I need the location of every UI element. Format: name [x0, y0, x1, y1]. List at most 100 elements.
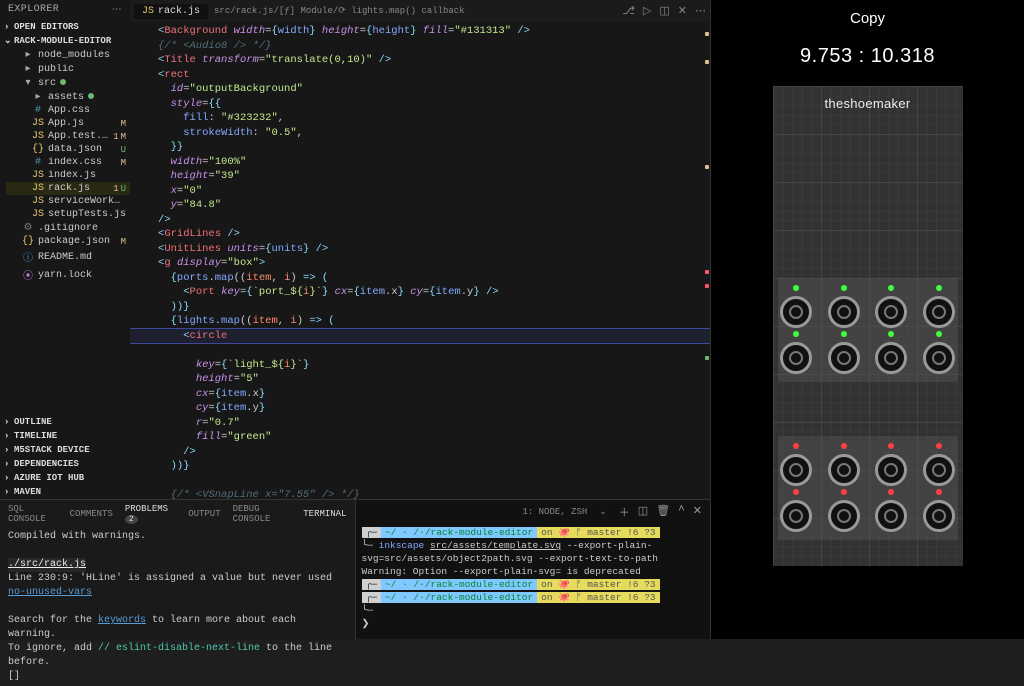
git-badge: 1 [113, 184, 118, 194]
timeline-section[interactable]: ›TIMELINE [0, 429, 130, 443]
jack[interactable] [923, 296, 955, 328]
editor-tabbar: JS rack.js src/rack.js/[ƒ] Module/⟳ ligh… [130, 0, 710, 22]
tab-problems[interactable]: PROBLEMS 2 [125, 504, 176, 524]
bottom-panels: SQL CONSOLE COMMENTS PROBLEMS 2 OUTPUT D… [0, 499, 710, 639]
preview-coords: 9.753 : 10.318 [800, 45, 935, 68]
folder-icon: ▾ [22, 77, 34, 89]
maximize-icon[interactable]: ˄ [678, 504, 685, 520]
chevron-right-icon: › [4, 22, 10, 32]
folder-icon: ▸ [32, 91, 44, 103]
file-index-js[interactable]: JSindex.js [6, 169, 130, 182]
project-section[interactable]: ⌄ RACK-MODULE-EDITOR [0, 34, 130, 48]
outline-section[interactable]: ›OUTLINE [0, 415, 130, 429]
file-readme-md[interactable]: ⓘ README.md [6, 248, 130, 266]
more-icon[interactable]: ⋯ [695, 4, 706, 18]
file-label: public [38, 64, 126, 75]
file-index-css[interactable]: #index.cssM [6, 156, 130, 169]
lock-icon: ⦿ [22, 267, 34, 283]
jack[interactable] [875, 342, 907, 374]
git-badge: U [121, 184, 126, 194]
git-badge: M [121, 237, 126, 247]
md-icon: ⓘ [22, 249, 34, 265]
file-app-test-js[interactable]: JSApp.test.js1M [6, 130, 130, 143]
jack[interactable] [828, 342, 860, 374]
close-panel-icon[interactable]: ✕ [693, 504, 702, 520]
more-icon[interactable]: ⋯ [112, 4, 122, 16]
breadcrumbs[interactable]: src/rack.js/[ƒ] Module/⟳ lights.map() ca… [214, 6, 616, 16]
file-serviceworker-js[interactable]: JSserviceWorker.js [6, 195, 130, 208]
tab-terminal[interactable]: TERMINAL [303, 509, 346, 519]
chevron-down-icon: ⌄ [4, 36, 10, 46]
css-icon: # [32, 105, 44, 116]
js-icon: JS [142, 6, 154, 17]
m5stack-section[interactable]: ›M5STACK DEVICE [0, 443, 130, 457]
jack[interactable] [780, 342, 812, 374]
file-app-js[interactable]: JSApp.jsM [6, 117, 130, 130]
jack[interactable] [875, 500, 907, 532]
json-icon: {} [32, 144, 44, 155]
tab-debugconsole[interactable]: DEBUG CONSOLE [233, 504, 292, 524]
file-label: package.json [38, 236, 117, 247]
jack[interactable] [923, 500, 955, 532]
file-label: README.md [38, 252, 126, 263]
tab-output[interactable]: OUTPUT [188, 509, 220, 519]
jack[interactable] [780, 500, 812, 532]
problems-panel: SQL CONSOLE COMMENTS PROBLEMS 2 OUTPUT D… [0, 500, 355, 639]
trash-icon[interactable]: 🗑 [656, 504, 670, 520]
folder-src[interactable]: ▾ src [6, 76, 130, 90]
file-label: .gitignore [38, 223, 126, 234]
problem-file-link[interactable]: ./src/rack.js [8, 558, 86, 572]
rule-link[interactable]: no-unused-vars [8, 587, 92, 598]
folder-node_modules[interactable]: ▸node_modules [6, 48, 130, 62]
jack[interactable] [923, 454, 955, 486]
jack[interactable] [875, 296, 907, 328]
jack[interactable] [828, 500, 860, 532]
jack[interactable] [875, 454, 907, 486]
module-preview[interactable]: theshoemaker [773, 86, 963, 566]
file-rack-js[interactable]: JSrack.js1U [6, 182, 130, 195]
jack[interactable] [828, 296, 860, 328]
file-data-json[interactable]: {}data.jsonU [6, 143, 130, 156]
file-label: index.css [48, 157, 117, 168]
folder-public[interactable]: ▸public [6, 62, 130, 76]
file-label: src [38, 78, 126, 89]
minimap[interactable] [704, 22, 710, 499]
maven-section[interactable]: ›MAVEN [0, 485, 130, 499]
file-setuptests-js[interactable]: JSsetupTests.js [6, 208, 130, 221]
js-icon: JS [32, 131, 44, 142]
input-jacks [773, 454, 963, 532]
problems-output[interactable]: Compiled with warnings. ./src/rack.js Li… [0, 528, 355, 686]
new-terminal-icon[interactable]: ＋ [619, 504, 630, 520]
terminal-output[interactable]: ╭─~/ · /·/rack-module-editoron 🐙 ᚠ maste… [356, 524, 711, 632]
folder-icon: ▸ [22, 49, 34, 61]
jack[interactable] [828, 454, 860, 486]
close-icon[interactable]: ✕ [678, 4, 687, 18]
tab-comments[interactable]: COMMENTS [70, 509, 113, 519]
file-package-json[interactable]: {}package.jsonM [6, 235, 130, 248]
js-icon: JS [32, 209, 44, 220]
file-yarn-lock[interactable]: ⦿yarn.lock [6, 266, 130, 284]
gear-icon: ⚙ [22, 222, 34, 234]
git-compare-icon[interactable]: ⎇ [622, 4, 635, 18]
folder-assets[interactable]: ▸assets [6, 90, 130, 104]
jack[interactable] [780, 296, 812, 328]
js-icon: JS [32, 118, 44, 129]
split-terminal-icon[interactable]: ◫ [638, 504, 648, 520]
terminal-selector[interactable]: 1: node, zsh [522, 507, 587, 517]
dependencies-section[interactable]: ›DEPENDENCIES [0, 457, 130, 471]
file-app-css[interactable]: #App.css [6, 104, 130, 117]
open-editors-section[interactable]: › OPEN EDITORS [0, 20, 130, 34]
run-icon[interactable]: ▷ [643, 4, 651, 18]
chevron-down-icon[interactable]: ⌄ [599, 507, 607, 517]
git-badge: 1 [113, 132, 118, 142]
jack[interactable] [923, 342, 955, 374]
code-editor[interactable]: <Background width={width} height={height… [130, 22, 710, 499]
tab-sqlconsole[interactable]: SQL CONSOLE [8, 504, 58, 524]
azureiot-section[interactable]: ›AZURE IOT HUB [0, 471, 130, 485]
file--gitignore[interactable]: ⚙ .gitignore [6, 221, 130, 235]
split-icon[interactable]: ◫ [659, 4, 669, 18]
editor-tab-rackjs[interactable]: JS rack.js [134, 4, 208, 19]
file-label: App.js [48, 118, 117, 129]
editor-column: JS rack.js src/rack.js/[ƒ] Module/⟳ ligh… [130, 0, 710, 499]
jack[interactable] [780, 454, 812, 486]
